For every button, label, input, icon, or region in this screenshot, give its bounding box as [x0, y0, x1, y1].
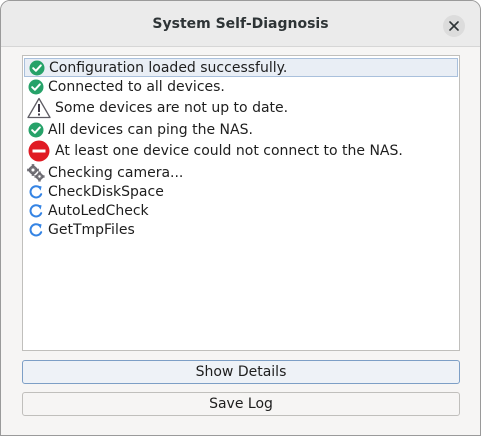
diagnosis-dialog: System Self-Diagnosis Configuration load… — [0, 0, 481, 436]
refresh-icon — [26, 221, 45, 239]
window-title: System Self-Diagnosis — [152, 16, 329, 32]
list-item[interactable]: Connected to all devices. — [23, 77, 459, 96]
log-item-text: All devices can ping the NAS. — [48, 121, 253, 138]
list-item[interactable]: All devices can ping the NAS. — [23, 120, 459, 139]
check-icon — [26, 78, 45, 96]
check-icon — [26, 121, 45, 139]
close-button[interactable] — [443, 15, 465, 37]
list-item[interactable]: At least one device could not connect to… — [23, 139, 459, 163]
list-item[interactable]: Configuration loaded successfully. — [24, 58, 458, 77]
diagnosis-log-list[interactable]: Configuration loaded successfully. Conne… — [22, 55, 460, 351]
log-item-text: Checking camera... — [48, 164, 184, 181]
close-icon — [449, 21, 459, 31]
list-item[interactable]: Checking camera... — [23, 163, 459, 182]
list-item[interactable]: GetTmpFiles — [23, 220, 459, 239]
log-item-text: Connected to all devices. — [48, 78, 225, 95]
log-item-text: Configuration loaded successfully. — [49, 59, 288, 76]
warning-icon — [26, 96, 52, 120]
save-log-button[interactable]: Save Log — [22, 392, 460, 416]
refresh-icon — [26, 202, 45, 220]
log-item-text: Some devices are not up to date. — [55, 100, 289, 116]
refresh-icon — [26, 183, 45, 201]
list-item[interactable]: CheckDiskSpace — [23, 182, 459, 201]
titlebar: System Self-Diagnosis — [1, 1, 480, 47]
list-item[interactable]: AutoLedCheck — [23, 201, 459, 220]
error-icon — [26, 139, 52, 163]
gears-icon — [26, 163, 45, 182]
log-item-text: CheckDiskSpace — [48, 183, 164, 200]
log-item-text: AutoLedCheck — [48, 202, 149, 219]
log-item-text: At least one device could not connect to… — [55, 143, 403, 159]
show-details-button[interactable]: Show Details — [22, 360, 460, 384]
log-item-text: GetTmpFiles — [48, 221, 135, 238]
list-item[interactable]: Some devices are not up to date. — [23, 96, 459, 120]
check-icon — [27, 59, 46, 77]
